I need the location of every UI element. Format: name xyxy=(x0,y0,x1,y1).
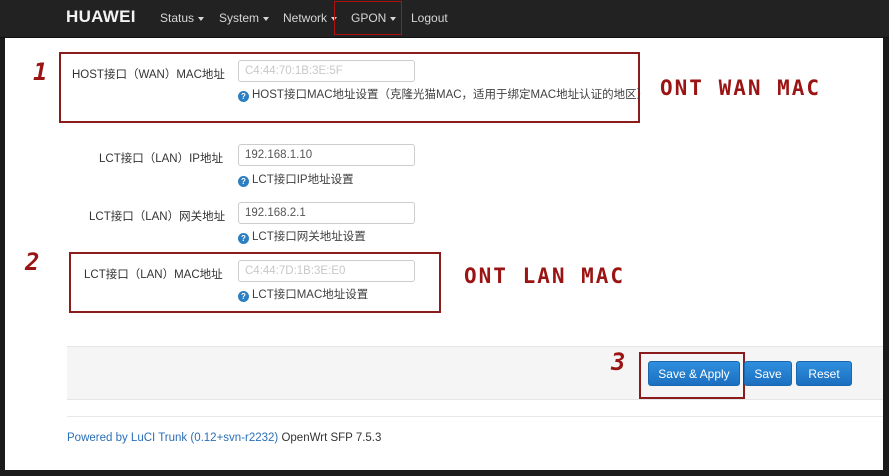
brand-logo[interactable]: HUAWEI xyxy=(66,7,136,27)
lan-gateway-label: LCT接口（LAN）网关地址 xyxy=(89,211,226,223)
help-icon: ? xyxy=(238,91,249,102)
ont-lan-mac-caption: ONT LAN MAC xyxy=(464,264,626,288)
save-apply-button[interactable]: Save & Apply xyxy=(648,361,740,386)
ont-wan-mac-caption: ONT WAN MAC xyxy=(660,76,822,100)
lan-mac-hint: ? LCT接口MAC地址设置 xyxy=(238,286,368,302)
main-content: 1 HOST接口（WAN）MAC地址 ?HOST接口MAC地址设置（克隆光猫MA… xyxy=(5,38,883,470)
wan-mac-input[interactable] xyxy=(238,60,415,82)
top-navbar: HUAWEI Status System Network GPON Logout xyxy=(0,0,889,38)
page-footer: Powered by LuCI Trunk (0.12+svn-r2232) O… xyxy=(67,432,381,444)
reset-button[interactable]: Reset xyxy=(796,361,852,386)
chevron-down-icon xyxy=(198,16,205,21)
gpon-highlight-box xyxy=(334,1,402,35)
help-icon: ? xyxy=(238,291,249,302)
help-icon: ? xyxy=(238,176,249,187)
firmware-version: OpenWrt SFP 7.5.3 xyxy=(281,432,382,444)
lan-ip-hint: ? LCT接口IP地址设置 xyxy=(238,171,354,187)
luci-powered-link[interactable]: Powered by LuCI Trunk (0.12+svn-r2232) xyxy=(67,432,278,444)
lan-ip-label: LCT接口（LAN）IP地址 xyxy=(99,153,223,165)
nav-logout-link[interactable]: Logout xyxy=(411,11,448,25)
annotation-number-3: 3 xyxy=(611,348,626,376)
nav-network-menu[interactable]: Network xyxy=(283,11,338,25)
chevron-down-icon xyxy=(263,16,270,21)
save-button[interactable]: Save xyxy=(744,361,792,386)
lan-mac-label: LCT接口（LAN）MAC地址 xyxy=(84,269,223,281)
nav-status-menu[interactable]: Status xyxy=(160,11,205,25)
wan-mac-label: HOST接口（WAN）MAC地址 xyxy=(72,69,225,81)
lan-gateway-hint: ? LCT接口网关地址设置 xyxy=(238,228,366,244)
lan-mac-input[interactable] xyxy=(238,260,415,282)
footer-divider xyxy=(67,416,883,417)
lan-gateway-input[interactable] xyxy=(238,202,415,224)
nav-system-menu[interactable]: System xyxy=(219,11,270,25)
wan-mac-hint: ? HOST接口MAC地址设置（克隆光猫MAC，适用于绑定MAC地址认证的地区） xyxy=(238,86,648,102)
annotation-number-1: 1 xyxy=(33,58,48,86)
annotation-number-2: 2 xyxy=(25,248,40,276)
lan-ip-input[interactable] xyxy=(238,144,415,166)
help-icon: ? xyxy=(238,233,249,244)
